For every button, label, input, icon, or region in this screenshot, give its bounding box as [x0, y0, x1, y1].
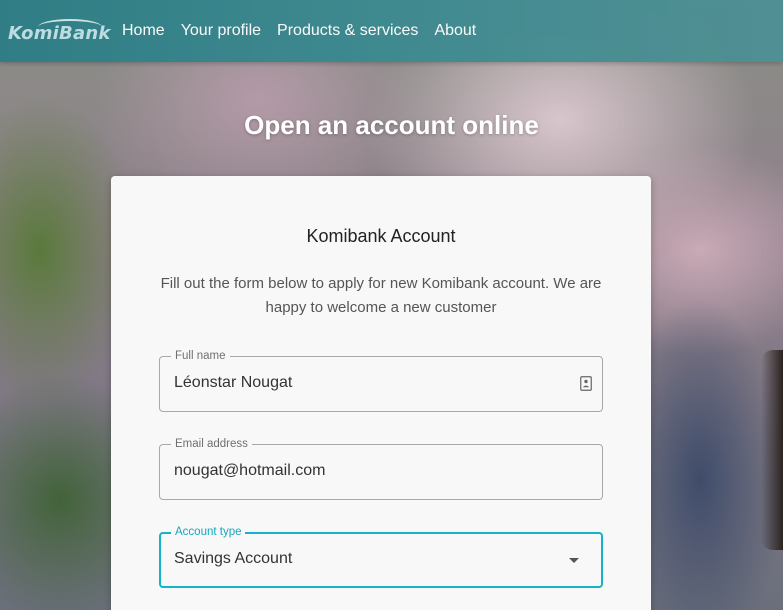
chevron-down-icon[interactable] [569, 558, 579, 563]
email-input[interactable] [174, 462, 554, 480]
nav-item-about[interactable]: About [434, 22, 476, 40]
full-name-label: Full name [171, 349, 230, 363]
form-description: Fill out the form below to apply for new… [160, 275, 602, 316]
nav-item-products-services[interactable]: Products & services [277, 22, 418, 40]
account-form-card: Komibank Account Fill out the form below… [111, 176, 651, 610]
nav-item-home[interactable]: Home [122, 22, 165, 40]
komibank-logo[interactable]: KomiBank [8, 11, 110, 51]
account-type-label: Account type [171, 525, 246, 539]
full-name-input[interactable] [174, 374, 554, 392]
form-title: Komibank Account [306, 226, 456, 246]
email-label: Email address [171, 437, 252, 451]
account-type-select[interactable]: Account type Savings Account [159, 525, 603, 588]
top-navbar: KomiBank Home Your profile Products & se… [0, 0, 783, 62]
page-background: KomiBank Home Your profile Products & se… [0, 0, 783, 610]
logo-swoosh [38, 19, 102, 35]
email-field[interactable]: Email address [159, 437, 603, 500]
page-headline: Open an account online [244, 110, 539, 140]
nav-links: Home Your profile Products & services Ab… [122, 22, 492, 40]
account-type-value[interactable]: Savings Account [174, 550, 554, 568]
contact-card-icon [580, 376, 592, 391]
nav-item-your-profile[interactable]: Your profile [181, 22, 261, 40]
full-name-field[interactable]: Full name [159, 349, 603, 412]
